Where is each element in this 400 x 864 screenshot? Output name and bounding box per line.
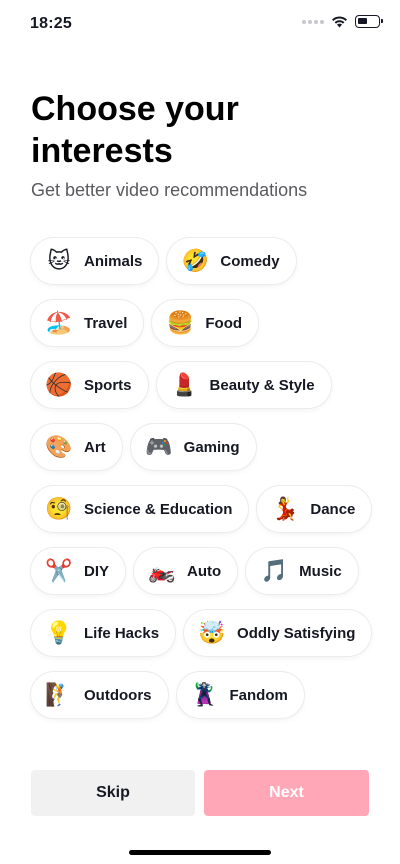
interest-chip-label: Animals <box>84 252 143 270</box>
scissors-icon: ✂️ <box>45 558 73 583</box>
interest-chip-label: Dance <box>310 500 356 518</box>
interest-chip-label: Oddly Satisfying <box>237 624 356 642</box>
interest-chip[interactable]: 🧗 Outdoors <box>31 672 168 718</box>
motorcycle-icon: 🏍️ <box>148 558 176 583</box>
interest-chip[interactable]: 🦹 Fandom <box>176 672 304 718</box>
wifi-icon <box>332 16 347 28</box>
interest-chip-label: Music <box>299 562 342 580</box>
interest-chip[interactable]: 🏀 Sports <box>31 362 148 408</box>
interest-chip[interactable]: 🏍️ Auto <box>134 548 238 594</box>
interest-chip[interactable]: 🤯 Oddly Satisfying <box>184 610 372 656</box>
climber-icon: 🧗 <box>45 682 73 707</box>
interest-chip-label: Art <box>84 438 106 456</box>
light-bulb-icon: 💡 <box>45 620 73 645</box>
lipstick-icon: 💄 <box>170 372 199 397</box>
interest-chip[interactable]: 🎵 Music <box>246 548 358 594</box>
supervillain-icon: 🦹 <box>190 682 219 707</box>
interest-chip[interactable]: 🤣 Comedy <box>167 238 296 284</box>
interest-chip-label: Comedy <box>220 252 280 270</box>
interest-chip[interactable]: 💃 Dance <box>257 486 372 532</box>
bottom-actions: Skip Next <box>31 770 369 816</box>
next-button[interactable]: Next <box>204 770 369 816</box>
interest-chip-label: Gaming <box>183 438 240 456</box>
hamburger-icon: 🍔 <box>166 310 195 335</box>
exploding-head-icon: 🤯 <box>198 620 226 645</box>
home-indicator <box>129 850 271 855</box>
interest-chip[interactable]: 🎮 Gaming <box>130 424 256 470</box>
battery-icon <box>355 15 383 28</box>
interest-chip-label: Outdoors <box>84 686 152 704</box>
interest-chip[interactable]: 🐱 Animals <box>31 238 159 284</box>
interest-chip[interactable]: 🧐 Science & Education <box>31 486 249 532</box>
skip-button[interactable]: Skip <box>31 770 195 816</box>
basketball-icon: 🏀 <box>45 372 73 397</box>
interest-chip-label: Food <box>205 314 243 332</box>
beach-umbrella-icon: 🏖️ <box>45 310 73 335</box>
interest-chip-label: Sports <box>84 376 132 394</box>
cat-face-icon: 🐱 <box>47 248 71 273</box>
interest-chip-label: Fandom <box>229 686 288 704</box>
status-bar: 18:25 <box>0 0 400 46</box>
status-time: 18:25 <box>30 15 72 32</box>
interest-chip[interactable]: 💄 Beauty & Style <box>156 362 331 408</box>
interest-chip[interactable]: 🎨 Art <box>31 424 122 470</box>
interest-chip-label: DIY <box>84 562 110 580</box>
interest-chip-label: Beauty & Style <box>209 376 315 394</box>
dancer-icon: 💃 <box>271 496 300 521</box>
cellular-signal-icon <box>302 19 324 24</box>
interest-chip-label: Life Hacks <box>84 624 160 642</box>
interest-chip-label: Auto <box>187 562 222 580</box>
status-icons <box>302 15 383 28</box>
music-note-icon: 🎵 <box>260 558 288 583</box>
interest-chip[interactable]: 🏖️ Travel <box>31 300 144 346</box>
interest-chip[interactable]: ✂️ DIY <box>31 548 126 594</box>
interest-chip-label: Travel <box>84 314 128 332</box>
page-title: Choose your interests <box>31 90 239 170</box>
page-subtitle: Get better video recommendations <box>31 180 308 200</box>
interest-chip-list: 🐱 Animals 🤣 Comedy 🏖️ Travel 🍔 Food 🏀 Sports 💄 Beau… <box>31 238 381 718</box>
palette-icon: 🎨 <box>45 434 73 459</box>
monocle-face-icon: 🧐 <box>45 496 73 521</box>
interest-chip[interactable]: 💡 Life Hacks <box>31 610 176 656</box>
rolling-laughing-icon: 🤣 <box>181 248 210 273</box>
interest-chip[interactable]: 🍔 Food <box>152 300 259 346</box>
gamepad-icon: 🎮 <box>144 434 173 459</box>
interest-chip-label: Science & Education <box>84 500 233 518</box>
